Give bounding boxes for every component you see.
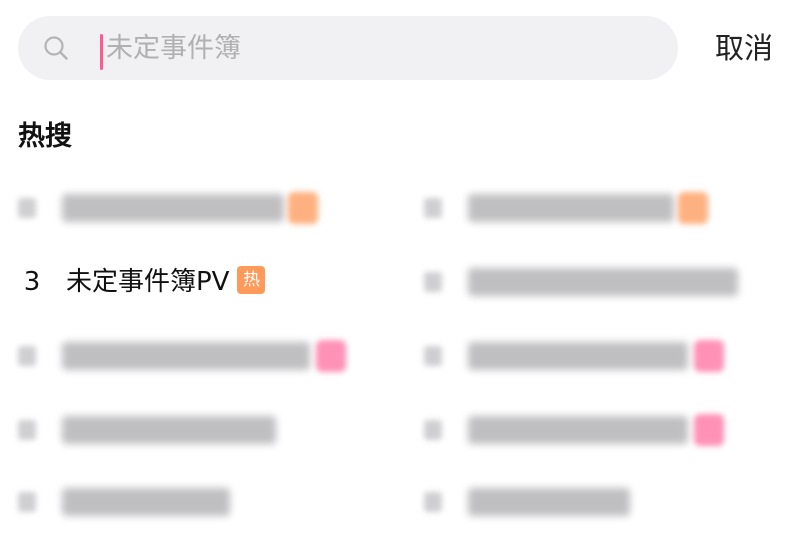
search-bar[interactable] (18, 16, 678, 80)
hot-search-item[interactable]: 3 未定事件簿PV 热 (18, 247, 388, 317)
hot-badge-icon (678, 192, 708, 224)
search-icon (44, 36, 68, 60)
hot-badge-icon (316, 340, 346, 372)
hot-search-label: 未定事件簿PV (66, 267, 230, 297)
hot-search-item-obscured[interactable] (424, 467, 794, 537)
hot-badge-icon (694, 414, 724, 446)
hot-search-item-obscured[interactable] (424, 321, 794, 391)
hot-badge-icon (288, 192, 318, 224)
text-cursor (100, 34, 103, 70)
hot-search-item-obscured[interactable] (424, 395, 794, 465)
hot-search-rank: 3 (23, 267, 41, 297)
hot-search-title: 热搜 (18, 121, 72, 152)
cancel-button[interactable]: 取消 (696, 16, 792, 80)
hot-search-item-obscured[interactable] (18, 467, 388, 537)
hot-badge: 热 (237, 265, 266, 294)
search-input[interactable] (106, 16, 666, 80)
hot-search-item-obscured[interactable] (424, 247, 794, 317)
hot-badge-icon (694, 340, 724, 372)
hot-search-item-obscured[interactable] (18, 321, 388, 391)
hot-search-item-obscured[interactable] (18, 395, 388, 465)
hot-search-item-obscured[interactable] (424, 173, 794, 243)
hot-search-item-obscured[interactable] (18, 173, 388, 243)
